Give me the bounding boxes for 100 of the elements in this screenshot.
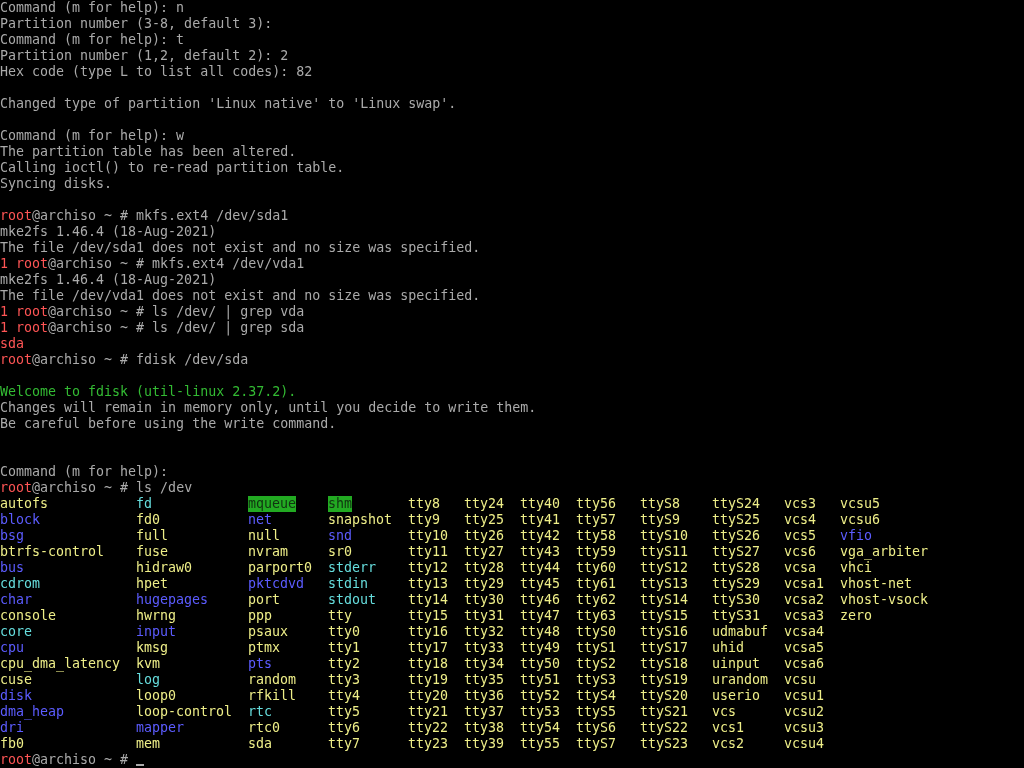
file-name: ttyS28: [712, 560, 761, 576]
file-name: vcsa2: [784, 592, 825, 608]
terminal-line: Command (m for help): n: [0, 0, 185, 16]
terminal-line: Hex code (type L to list all codes): 82: [0, 64, 313, 80]
file-name: vcs4: [784, 512, 817, 528]
file-name: sr0: [328, 544, 353, 560]
file-name: ttyS27: [712, 544, 761, 560]
file-name: tty55: [520, 736, 561, 752]
file-name: vcsu6: [840, 512, 881, 528]
file-name: ttyS26: [712, 528, 761, 544]
terminal-line: root@archiso ~ # mkfs.ext4 /dev/sda1: [0, 208, 289, 224]
file-name: tty54: [520, 720, 561, 736]
file-name: block: [0, 512, 41, 528]
file-name: tty49: [520, 640, 561, 656]
file-name: mem: [136, 736, 161, 752]
file-name: uinput: [712, 656, 761, 672]
file-name: ttyS25: [712, 512, 761, 528]
file-name: vcsu2: [784, 704, 825, 720]
terminal-line: Calling ioctl() to re-read partition table.: [0, 160, 345, 176]
terminal-line: mke2fs 1.46.4 (18-Aug-2021): [0, 272, 217, 288]
file-name: fb0: [0, 736, 25, 752]
file-name: dma_heap: [0, 704, 65, 720]
file-name: tty58: [576, 528, 617, 544]
file-name: tty40: [520, 496, 561, 512]
file-name: char: [0, 592, 33, 608]
file-name: hidraw0: [136, 560, 193, 576]
file-name: vhost-vsock: [840, 592, 929, 608]
file-name: ttyS10: [640, 528, 689, 544]
file-name: ttyS21: [640, 704, 689, 720]
file-name: vfio: [840, 528, 873, 544]
file-name: vhost-net: [840, 576, 913, 592]
file-name: tty42: [520, 528, 561, 544]
file-name: tty4: [328, 688, 361, 704]
file-name: port: [248, 592, 281, 608]
file-name: tty44: [520, 560, 561, 576]
file-name: ttyS16: [640, 624, 689, 640]
file-name: userio: [712, 688, 761, 704]
file-name: tty: [328, 608, 353, 624]
file-name: cpu_dma_latency: [0, 656, 121, 672]
file-name: ttyS19: [640, 672, 689, 688]
file-name: mapper: [136, 720, 185, 736]
file-name: sda: [248, 736, 273, 752]
file-name: vcs5: [784, 528, 817, 544]
file-name: rfkill: [248, 688, 297, 704]
file-name: full: [136, 528, 169, 544]
file-name: snd: [328, 528, 353, 544]
file-name: loop0: [136, 688, 177, 704]
file-name: ttyS3: [576, 672, 617, 688]
file-name: stdin: [328, 576, 369, 592]
file-name: ttyS17: [640, 640, 689, 656]
file-name: ttyS8: [640, 496, 681, 512]
terminal-line: 1 root@archiso ~ # ls /dev/ | grep vda: [0, 304, 305, 320]
file-name: vcsa: [784, 560, 817, 576]
file-name: hwrng: [136, 608, 177, 624]
terminal-line: The file /dev/vda1 does not exist and no size was specified.: [0, 288, 481, 304]
file-name: bus: [0, 560, 25, 576]
file-name: tty48: [520, 624, 561, 640]
file-name: console: [0, 608, 57, 624]
file-name: tty10: [408, 528, 449, 544]
file-name: tty2: [328, 656, 361, 672]
file-name: mqueue: [248, 496, 297, 512]
file-name: net: [248, 512, 273, 528]
file-name: vga_arbiter: [840, 544, 929, 560]
file-name: ttyS13: [640, 576, 689, 592]
file-name: ttyS2: [576, 656, 617, 672]
file-name: vcs1: [712, 720, 745, 736]
file-name: tty50: [520, 656, 561, 672]
file-name: tty6: [328, 720, 361, 736]
file-name: tty38: [464, 720, 505, 736]
file-name: ttyS20: [640, 688, 689, 704]
terminal-line: The file /dev/sda1 does not exist and no size was specified.: [0, 240, 481, 256]
file-name: tty7: [328, 736, 361, 752]
file-name: ttyS22: [640, 720, 689, 736]
terminal-line: Syncing disks.: [0, 176, 113, 192]
file-name: dri: [0, 720, 25, 736]
file-name: tty46: [520, 592, 561, 608]
file-name: tty41: [520, 512, 561, 528]
file-name: tty51: [520, 672, 561, 688]
file-name: tty19: [408, 672, 449, 688]
file-name: kvm: [136, 656, 161, 672]
file-name: tty53: [520, 704, 561, 720]
file-name: disk: [0, 688, 33, 704]
file-name: vcsu4: [784, 736, 825, 752]
file-name: tty22: [408, 720, 449, 736]
terminal-line: root@archiso ~ #: [0, 752, 129, 768]
file-name: hpet: [136, 576, 169, 592]
file-name: ttyS11: [640, 544, 689, 560]
file-name: tty11: [408, 544, 449, 560]
file-name: snapshot: [328, 512, 393, 528]
file-name: pts: [248, 656, 273, 672]
file-name: tty5: [328, 704, 361, 720]
file-name: tty21: [408, 704, 449, 720]
file-name: ttyS7: [576, 736, 617, 752]
file-name: vcs2: [712, 736, 745, 752]
file-name: vcsu: [784, 672, 817, 688]
terminal-line: 1 root@archiso ~ # mkfs.ext4 /dev/vda1: [0, 256, 305, 272]
file-name: stdout: [328, 592, 377, 608]
file-name: tty29: [464, 576, 505, 592]
file-name: tty28: [464, 560, 505, 576]
file-name: vcsu5: [840, 496, 881, 512]
